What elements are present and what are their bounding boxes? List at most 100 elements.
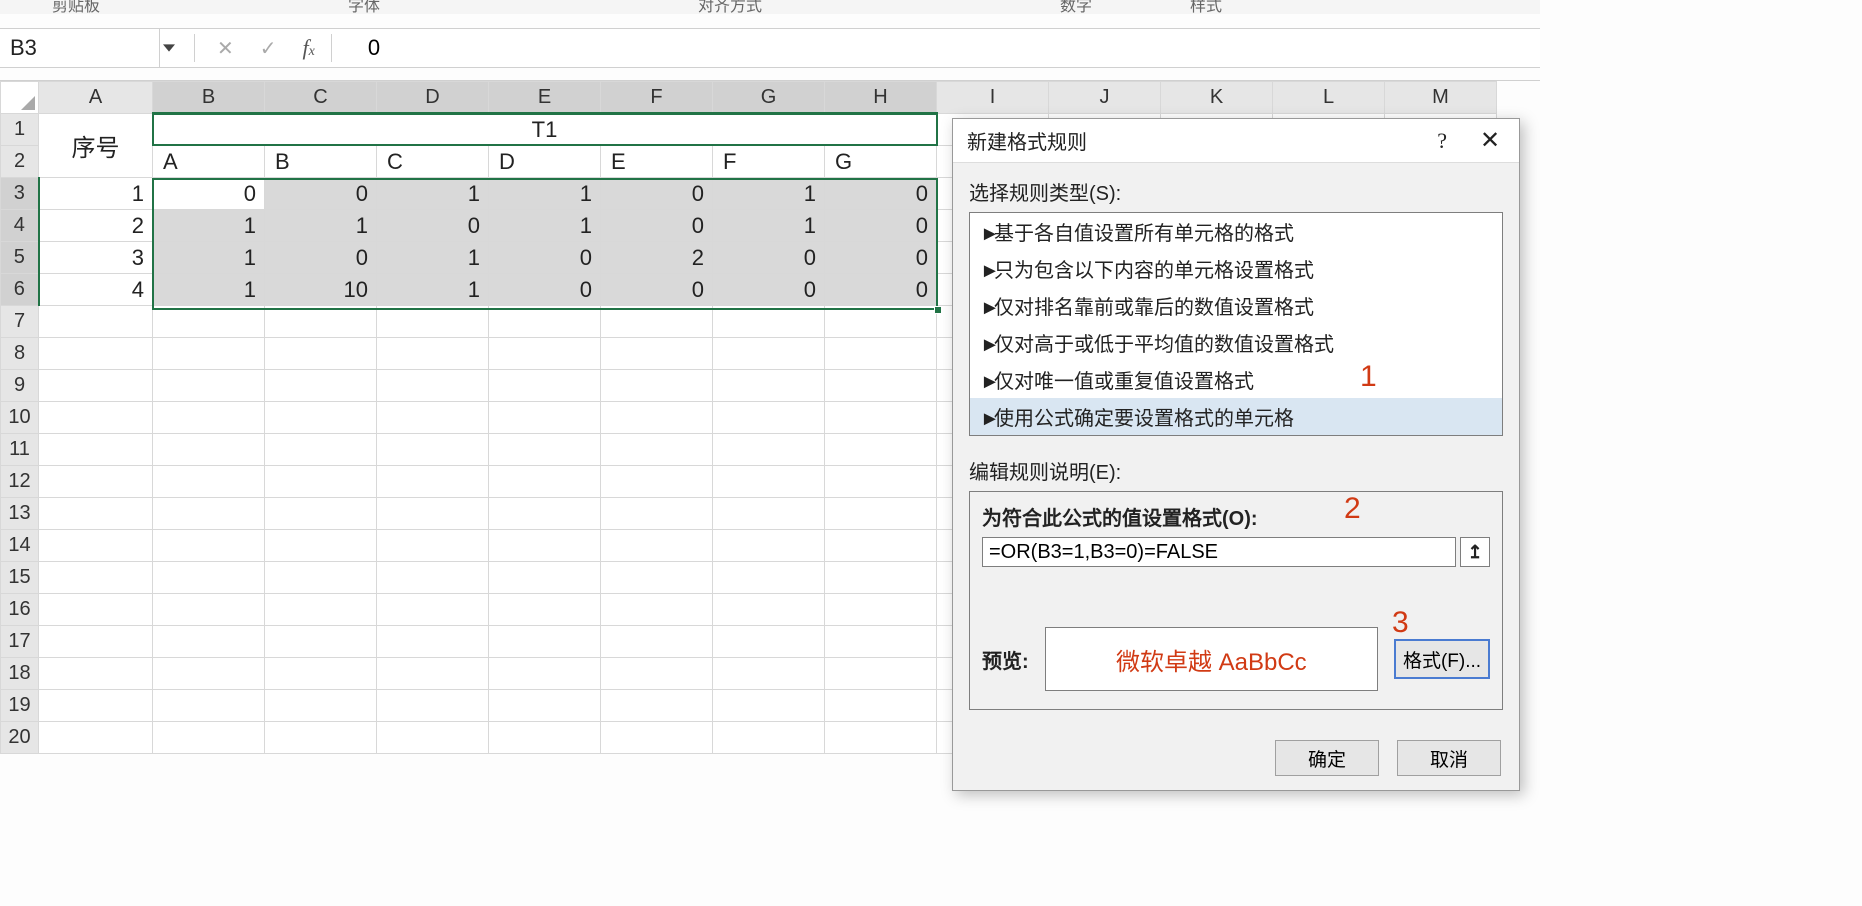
col-header[interactable]: G xyxy=(713,82,825,114)
cancel-button[interactable]: 取消 xyxy=(1397,740,1501,776)
cell[interactable]: 1 xyxy=(153,274,265,306)
rule-type-item[interactable]: ►仅对唯一值或重复值设置格式 xyxy=(970,361,1502,398)
cell[interactable] xyxy=(713,466,825,498)
cell[interactable] xyxy=(377,338,489,370)
cell[interactable] xyxy=(601,594,713,626)
cell[interactable] xyxy=(39,434,153,466)
cell[interactable]: 0 xyxy=(265,242,377,274)
row-header[interactable]: 16 xyxy=(1,594,39,626)
cell[interactable] xyxy=(825,626,937,658)
cell[interactable]: 1 xyxy=(377,178,489,210)
cell[interactable] xyxy=(377,402,489,434)
rule-formula-input[interactable] xyxy=(982,537,1456,567)
cell[interactable] xyxy=(265,402,377,434)
cell[interactable] xyxy=(601,306,713,338)
cell[interactable] xyxy=(377,562,489,594)
cell[interactable]: 0 xyxy=(489,274,601,306)
cell[interactable] xyxy=(265,722,377,754)
close-icon[interactable]: ✕ xyxy=(1475,126,1505,155)
cell[interactable] xyxy=(265,306,377,338)
cell[interactable] xyxy=(377,594,489,626)
row-header[interactable]: 14 xyxy=(1,530,39,562)
cell[interactable] xyxy=(825,498,937,530)
col-header[interactable]: A xyxy=(39,82,153,114)
cell[interactable] xyxy=(153,402,265,434)
cell[interactable] xyxy=(265,338,377,370)
cell[interactable] xyxy=(265,690,377,722)
cell[interactable]: 0 xyxy=(825,242,937,274)
cell[interactable] xyxy=(39,402,153,434)
insert-function-icon[interactable]: fx xyxy=(303,35,315,61)
cell[interactable]: 1 xyxy=(153,210,265,242)
cell[interactable] xyxy=(713,562,825,594)
cell[interactable] xyxy=(713,594,825,626)
cell[interactable]: 0 xyxy=(265,178,377,210)
row-header[interactable]: 11 xyxy=(1,434,39,466)
cell[interactable] xyxy=(601,338,713,370)
cell[interactable] xyxy=(713,498,825,530)
cell[interactable] xyxy=(713,626,825,658)
cell[interactable] xyxy=(825,690,937,722)
cell[interactable] xyxy=(153,722,265,754)
cell[interactable] xyxy=(39,658,153,690)
cell[interactable] xyxy=(377,306,489,338)
col-header[interactable]: F xyxy=(601,82,713,114)
col-header[interactable]: B xyxy=(153,82,265,114)
cell[interactable] xyxy=(39,338,153,370)
cell[interactable] xyxy=(265,594,377,626)
cell-seq-label[interactable]: 序号 xyxy=(39,114,153,178)
rule-type-item-selected[interactable]: ►使用公式确定要设置格式的单元格 xyxy=(970,398,1502,435)
cell[interactable]: 0 xyxy=(601,274,713,306)
name-box-dropdown[interactable] xyxy=(160,43,178,53)
cell[interactable] xyxy=(713,434,825,466)
cell[interactable] xyxy=(601,370,713,402)
cell[interactable] xyxy=(713,338,825,370)
cell-title[interactable]: T1 xyxy=(153,114,937,146)
select-all-corner[interactable] xyxy=(1,82,39,114)
rule-type-item[interactable]: ►仅对排名靠前或靠后的数值设置格式 xyxy=(970,287,1502,324)
cell[interactable]: D xyxy=(489,146,601,178)
cell[interactable] xyxy=(489,594,601,626)
rule-type-item[interactable]: ►仅对高于或低于平均值的数值设置格式 xyxy=(970,324,1502,361)
cell[interactable] xyxy=(825,338,937,370)
cell[interactable] xyxy=(601,498,713,530)
cell[interactable]: 0 xyxy=(377,210,489,242)
cell[interactable] xyxy=(153,658,265,690)
cell[interactable]: 0 xyxy=(713,242,825,274)
cell[interactable] xyxy=(265,530,377,562)
dialog-titlebar[interactable]: 新建格式规则 ? ✕ xyxy=(953,119,1519,163)
cell[interactable]: 1 xyxy=(713,210,825,242)
row-header[interactable]: 19 xyxy=(1,690,39,722)
cell[interactable]: 0 xyxy=(601,210,713,242)
cell[interactable] xyxy=(825,722,937,754)
cell[interactable]: 1 xyxy=(489,210,601,242)
cell[interactable]: 1 xyxy=(153,242,265,274)
cell[interactable] xyxy=(153,562,265,594)
cell[interactable] xyxy=(265,370,377,402)
col-header[interactable]: J xyxy=(1049,82,1161,114)
cell[interactable] xyxy=(489,402,601,434)
row-header[interactable]: 7 xyxy=(1,306,39,338)
cell[interactable] xyxy=(153,626,265,658)
cell[interactable] xyxy=(377,722,489,754)
row-header[interactable]: 17 xyxy=(1,626,39,658)
cell[interactable] xyxy=(377,466,489,498)
cell[interactable] xyxy=(601,562,713,594)
cell[interactable] xyxy=(153,306,265,338)
cell[interactable] xyxy=(489,434,601,466)
cell[interactable] xyxy=(825,594,937,626)
col-header[interactable]: C xyxy=(265,82,377,114)
cell[interactable] xyxy=(153,594,265,626)
col-header[interactable]: D xyxy=(377,82,489,114)
cell[interactable] xyxy=(713,530,825,562)
cell[interactable] xyxy=(153,338,265,370)
formula-input[interactable] xyxy=(332,30,1540,66)
cell[interactable] xyxy=(265,626,377,658)
cell[interactable] xyxy=(489,498,601,530)
cell[interactable] xyxy=(489,690,601,722)
cell[interactable] xyxy=(265,498,377,530)
cell[interactable] xyxy=(153,370,265,402)
cell[interactable] xyxy=(489,658,601,690)
cell[interactable] xyxy=(265,434,377,466)
cell[interactable]: 2 xyxy=(601,242,713,274)
